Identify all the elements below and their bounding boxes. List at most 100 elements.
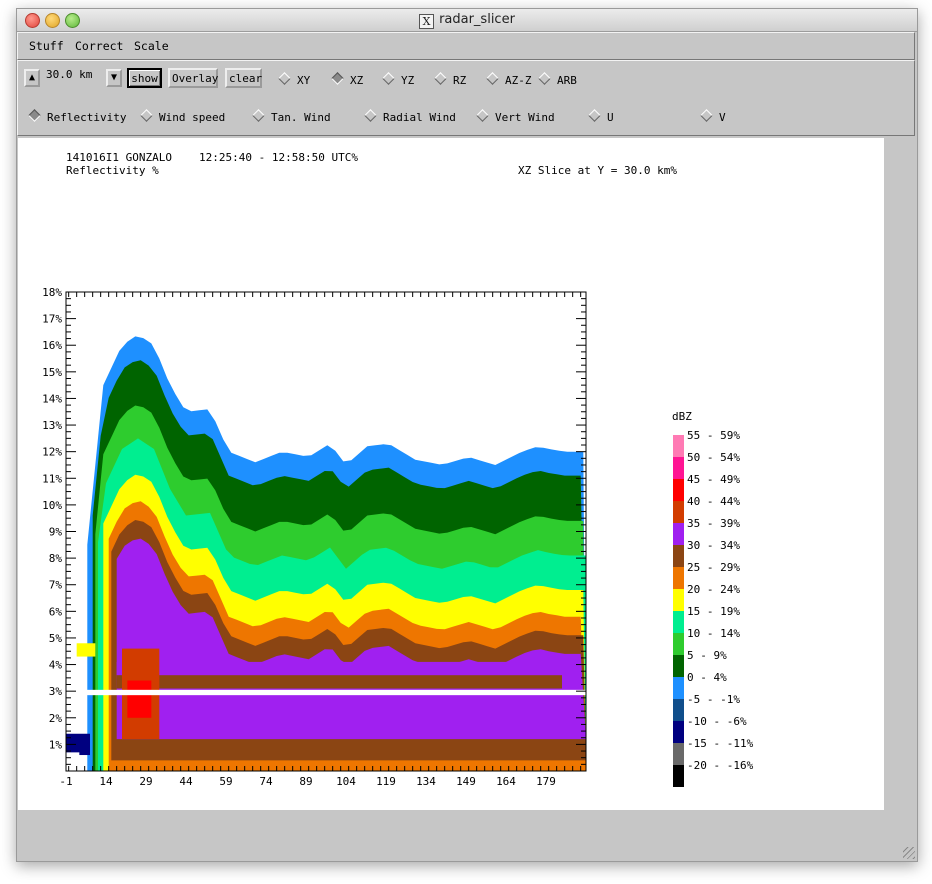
legend-swatch xyxy=(673,677,684,699)
plot-canvas: 141016I1 GONZALO 12:25:40 - 12:58:50 UTC… xyxy=(18,138,884,810)
up-arrow-icon: ▲ xyxy=(28,72,36,83)
radio-xy[interactable]: XY xyxy=(278,72,310,88)
legend-swatch xyxy=(673,589,684,611)
radio-wind-speed[interactable]: Wind speed xyxy=(140,109,225,125)
legend-label: 15 - 19% xyxy=(687,605,740,618)
x-tick-label: 74 xyxy=(259,775,273,788)
x-tick-label: 44 xyxy=(179,775,193,788)
radio-arb[interactable]: ARB xyxy=(538,72,577,88)
legend-swatch xyxy=(673,479,684,501)
increase-slice-button[interactable]: ▲ xyxy=(24,69,40,87)
x-tick-label: 29 xyxy=(139,775,152,788)
legend-swatch xyxy=(673,611,684,633)
legend-label: 5 - 9% xyxy=(687,649,727,662)
menu-correct[interactable]: Correct xyxy=(75,39,123,53)
legend-label: 45 - 49% xyxy=(687,473,740,486)
data-gap-line xyxy=(82,689,586,696)
legend-label: -5 - -1% xyxy=(687,693,740,706)
y-tick-label: 8% xyxy=(49,552,63,565)
menu-stuff[interactable]: Stuff xyxy=(29,39,64,53)
legend-label: 0 - 4% xyxy=(687,671,727,684)
x-tick-label: 119 xyxy=(376,775,396,788)
overlay-button[interactable]: Overlay xyxy=(168,68,218,88)
radio-diamond-icon xyxy=(434,72,447,85)
radio-rz[interactable]: RZ xyxy=(434,72,466,88)
slice-position-value: 30.0 km xyxy=(46,68,93,81)
x-tick-label: 179 xyxy=(536,775,556,788)
resize-grip-icon[interactable] xyxy=(903,847,915,859)
radio-diamond-icon xyxy=(252,109,265,122)
bright-band-purple xyxy=(116,661,523,676)
x-tick-label: 164 xyxy=(496,775,516,788)
legend-title: dBZ xyxy=(672,410,692,423)
legend-label: 40 - 44% xyxy=(687,495,740,508)
x-tick-label: 134 xyxy=(416,775,436,788)
legend-label: 10 - 14% xyxy=(687,627,740,640)
legend-swatch xyxy=(673,457,684,479)
legend-swatch xyxy=(673,743,684,765)
legend-swatch xyxy=(673,523,684,545)
radio-reflectivity[interactable]: Reflectivity xyxy=(28,109,126,125)
menu-bar: Stuff Correct Scale xyxy=(17,32,915,60)
menu-scale[interactable]: Scale xyxy=(134,39,169,53)
radio-diamond-icon xyxy=(278,72,291,85)
radio-diamond-icon xyxy=(331,72,344,85)
y-tick-label: 12% xyxy=(42,446,62,459)
y-tick-label: 10% xyxy=(42,499,62,512)
x-tick-label: 104 xyxy=(336,775,356,788)
legend-swatch xyxy=(673,721,684,743)
y-tick-label: 7% xyxy=(49,579,63,592)
legend-label: 25 - 29% xyxy=(687,561,740,574)
x-tick-label: 89 xyxy=(299,775,312,788)
y-tick-label: 4% xyxy=(49,659,63,672)
y-tick-label: 17% xyxy=(42,313,62,326)
legend-label: -10 - -6% xyxy=(687,715,747,728)
y-tick-label: 1% xyxy=(49,738,63,751)
window-title: Xradar_slicer xyxy=(17,12,917,29)
x-tick-label: 14 xyxy=(99,775,113,788)
decrease-slice-button[interactable]: ▼ xyxy=(106,69,122,87)
legend-label: -20 - -16% xyxy=(687,759,754,772)
y-tick-label: 14% xyxy=(42,392,62,405)
legend-swatch xyxy=(673,765,684,787)
x-tick-label: 149 xyxy=(456,775,476,788)
show-button[interactable]: show xyxy=(127,68,162,88)
legend-swatch xyxy=(673,567,684,589)
radio-tan-wind[interactable]: Tan. Wind xyxy=(252,109,331,125)
legend-label: 30 - 34% xyxy=(687,539,740,552)
x11-icon: X xyxy=(419,14,435,29)
title-bar: Xradar_slicer xyxy=(17,9,917,32)
data-gap-corner xyxy=(66,752,80,771)
radio-xz[interactable]: XZ xyxy=(331,72,363,88)
radio-diamond-icon xyxy=(28,109,41,122)
y-tick-label: 2% xyxy=(49,712,63,725)
clear-button[interactable]: clear xyxy=(225,68,262,88)
radar-slicer-window: Xradar_slicer Stuff Correct Scale ▲ 30.0… xyxy=(16,8,918,862)
radio-az-z[interactable]: AZ-Z xyxy=(486,72,532,88)
radio-diamond-icon xyxy=(486,72,499,85)
y-tick-label: 18% xyxy=(42,286,62,299)
radio-diamond-icon xyxy=(476,109,489,122)
radio-yz[interactable]: YZ xyxy=(382,72,414,88)
legend-swatch xyxy=(673,699,684,721)
legend-label: 55 - 59% xyxy=(687,429,740,442)
legend-swatch xyxy=(673,633,684,655)
x-tick-label: 59 xyxy=(219,775,232,788)
legend-swatch xyxy=(673,435,684,457)
bright-band-brown xyxy=(116,675,563,689)
legend-swatch xyxy=(673,501,684,523)
radio-radial-wind[interactable]: Radial Wind xyxy=(364,109,456,125)
y-tick-label: 5% xyxy=(49,632,63,645)
radio-vert-wind[interactable]: Vert Wind xyxy=(476,109,555,125)
y-tick-label: 16% xyxy=(42,339,62,352)
down-arrow-icon: ▼ xyxy=(110,72,118,83)
core-red xyxy=(127,680,152,718)
legend-swatch xyxy=(673,545,684,567)
radio-u[interactable]: U xyxy=(588,109,614,125)
y-tick-label: 6% xyxy=(49,605,63,618)
y-tick-label: 15% xyxy=(42,366,62,379)
radio-diamond-icon xyxy=(364,109,377,122)
legend-label: 50 - 54% xyxy=(687,451,740,464)
radio-v[interactable]: V xyxy=(700,109,726,125)
toolbar: ▲ 30.0 km ▼ show Overlay clear XY XZ YZ … xyxy=(17,60,915,136)
